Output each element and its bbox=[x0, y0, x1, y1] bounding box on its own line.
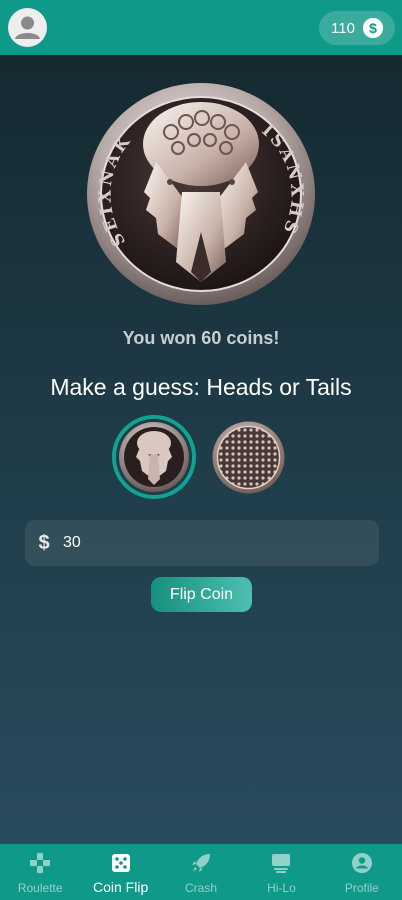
nav-item-hi-lo[interactable]: Hi-Lo bbox=[241, 844, 321, 900]
flipped-coin: SEIXNAK ISANXHS bbox=[86, 82, 316, 306]
nav-item-crash[interactable]: Crash bbox=[161, 844, 241, 900]
nav-item-roulette[interactable]: Roulette bbox=[0, 844, 80, 900]
dollar-coin-icon: $ bbox=[363, 18, 383, 38]
heads-coin-icon bbox=[119, 422, 189, 492]
person-icon bbox=[15, 16, 40, 39]
dollar-icon: $ bbox=[38, 531, 50, 554]
bet-amount-input[interactable] bbox=[63, 534, 363, 552]
nav-item-coin-flip[interactable]: Coin Flip bbox=[80, 844, 160, 900]
bet-amount-field[interactable]: $ bbox=[25, 520, 379, 566]
tails-choice-button[interactable] bbox=[212, 421, 285, 494]
gamepad-icon bbox=[29, 852, 51, 874]
nav-label: Hi-Lo bbox=[267, 881, 296, 895]
tails-coin-icon bbox=[212, 421, 285, 494]
nav-label: Roulette bbox=[17, 881, 63, 895]
avatar[interactable] bbox=[8, 8, 47, 47]
bottom-navigation: Roulette Coin Flip Crash Hi-Lo Profile bbox=[0, 844, 402, 900]
balance-display: 110 $ bbox=[319, 11, 395, 45]
heads-coin-icon: SEIXNAK ISANXHS bbox=[87, 83, 315, 305]
rocket-icon bbox=[190, 852, 212, 874]
nav-label: Coin Flip bbox=[92, 879, 149, 895]
dice-icon bbox=[110, 852, 132, 874]
heads-choice-button[interactable] bbox=[112, 415, 196, 499]
nav-label: Crash bbox=[185, 881, 218, 895]
flip-coin-button[interactable]: Flip Coin bbox=[151, 577, 252, 612]
card-icon bbox=[270, 852, 292, 874]
top-app-bar: 110 $ bbox=[0, 0, 402, 55]
nav-label: Profile bbox=[344, 881, 379, 895]
profile-icon bbox=[351, 852, 373, 874]
svg-text:$: $ bbox=[369, 20, 377, 36]
nav-item-profile[interactable]: Profile bbox=[322, 844, 402, 900]
result-message: You won 60 coins! bbox=[122, 328, 280, 348]
balance-amount: 110 bbox=[331, 19, 355, 37]
guess-prompt: Make a guess: Heads or Tails bbox=[50, 374, 352, 400]
